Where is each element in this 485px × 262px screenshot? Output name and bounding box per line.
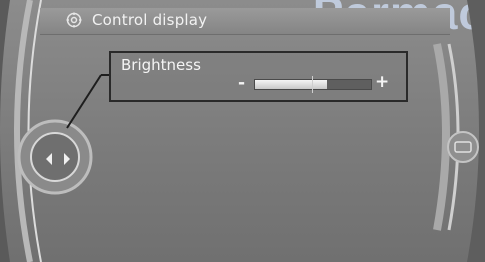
brightness-label: Brightness: [121, 56, 201, 74]
gear-settings-icon: [66, 12, 82, 28]
slider-center-notch: [312, 76, 313, 93]
page-title: Control display: [92, 11, 208, 29]
control-display-screen: Parmac Control display Brightne: [0, 0, 485, 262]
brightness-slider-fill: [255, 80, 327, 89]
increase-symbol[interactable]: +: [375, 72, 389, 92]
controller-knob-icon[interactable]: [16, 118, 94, 196]
option-button-icon[interactable]: [446, 130, 480, 164]
brightness-slider[interactable]: [254, 79, 372, 90]
decrease-symbol[interactable]: -: [238, 73, 245, 93]
